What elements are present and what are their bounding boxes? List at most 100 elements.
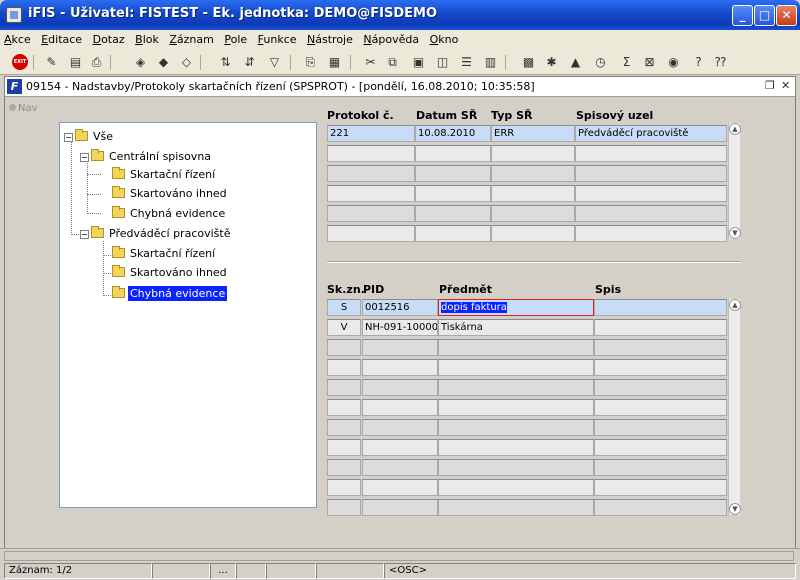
print-preview-icon[interactable]: ⎙: [88, 54, 105, 70]
print-icon[interactable]: ⎘: [302, 54, 319, 70]
protocol-cell[interactable]: [327, 205, 415, 222]
protocol-cell[interactable]: [491, 165, 575, 182]
protocol-cell[interactable]: [491, 205, 575, 222]
tree-node-item[interactable]: Skartační řízení: [112, 167, 217, 183]
execute-query-icon[interactable]: ◆: [155, 54, 172, 70]
menu-pole[interactable]: Pole: [220, 30, 250, 46]
document-cell[interactable]: [438, 379, 594, 396]
protocol-cell[interactable]: [575, 185, 727, 202]
collapse-icon[interactable]: −: [64, 133, 73, 142]
tools-icon[interactable]: ✱: [543, 54, 560, 70]
columns-icon[interactable]: ▥: [482, 54, 499, 70]
document-cell[interactable]: [594, 419, 727, 436]
document-cell[interactable]: [327, 359, 361, 376]
document-cell[interactable]: 0012516: [362, 299, 438, 316]
protocol-cell[interactable]: [415, 205, 491, 222]
document-cell[interactable]: [438, 359, 594, 376]
protocols-scrollbar[interactable]: ▲ ▼: [728, 123, 741, 239]
document-cell[interactable]: [594, 499, 727, 516]
excel-icon[interactable]: ⊠: [641, 54, 658, 70]
scroll-up-icon[interactable]: ▲: [729, 299, 741, 311]
protocol-cell[interactable]: 10.08.2010: [415, 125, 491, 142]
form-close-icon[interactable]: ✕: [781, 79, 790, 92]
document-cell[interactable]: [594, 319, 727, 336]
tree-node-item[interactable]: Skartační řízení: [112, 246, 217, 262]
document-cell[interactable]: [327, 459, 361, 476]
menu-editace[interactable]: Editace: [37, 30, 85, 46]
document-cell[interactable]: [327, 399, 361, 416]
triangle-icon[interactable]: ▲: [567, 54, 584, 70]
cancel-query-icon[interactable]: ◇: [178, 54, 195, 70]
protocol-cell[interactable]: 221: [327, 125, 415, 142]
document-cell[interactable]: [438, 459, 594, 476]
document-cell[interactable]: [438, 479, 594, 496]
sum-icon[interactable]: Σ: [618, 54, 635, 70]
protocol-cell[interactable]: ERR: [491, 125, 575, 142]
document-cell[interactable]: [362, 339, 438, 356]
document-cell[interactable]: [327, 379, 361, 396]
document-cell[interactable]: [594, 479, 727, 496]
protocol-cell[interactable]: [575, 205, 727, 222]
document-cell[interactable]: [362, 479, 438, 496]
protocol-cell[interactable]: [575, 145, 727, 162]
protocol-cell[interactable]: [575, 225, 727, 242]
document-cell[interactable]: [594, 359, 727, 376]
protocol-cell[interactable]: [491, 185, 575, 202]
collapse-icon[interactable]: −: [80, 153, 89, 162]
menu-funkce[interactable]: Funkce: [254, 30, 300, 46]
document-cell[interactable]: [438, 439, 594, 456]
document-cell[interactable]: [438, 399, 594, 416]
tree-node-item[interactable]: Skartováno ihned: [112, 186, 229, 202]
document-cell[interactable]: [362, 499, 438, 516]
export-icon[interactable]: ◉: [665, 54, 682, 70]
context-help-icon[interactable]: ⁇: [712, 54, 729, 70]
document-cell[interactable]: Tiskárna: [438, 319, 594, 336]
sort-descending-icon[interactable]: ⇵: [241, 54, 258, 70]
document-cell[interactable]: [594, 459, 727, 476]
clock-icon[interactable]: ◷: [592, 54, 609, 70]
minimize-button[interactable]: _: [732, 5, 753, 26]
protocol-cell[interactable]: [575, 165, 727, 182]
protocol-cell[interactable]: [415, 165, 491, 182]
protocol-cell[interactable]: [415, 145, 491, 162]
document-cell[interactable]: [362, 399, 438, 416]
document-cell[interactable]: [594, 339, 727, 356]
document-cell[interactable]: [327, 499, 361, 516]
document-cell[interactable]: [327, 339, 361, 356]
list-icon[interactable]: ☰: [458, 54, 475, 70]
document-cell[interactable]: [594, 379, 727, 396]
scroll-up-icon[interactable]: ▲: [729, 123, 741, 135]
copy-icon[interactable]: ⧉: [384, 54, 401, 70]
document-cell[interactable]: [438, 499, 594, 516]
duplicate-icon[interactable]: ◫: [434, 54, 451, 70]
protocol-cell[interactable]: [327, 185, 415, 202]
tree-node-item[interactable]: Skartováno ihned: [112, 265, 229, 281]
menu-akce[interactable]: Akce: [0, 30, 34, 46]
scroll-down-icon[interactable]: ▼: [729, 503, 741, 515]
tree-node-item-selected[interactable]: Chybná evidence: [112, 286, 228, 302]
document-cell[interactable]: dopis faktura: [438, 299, 594, 316]
collapse-icon[interactable]: −: [80, 230, 89, 239]
document-cell[interactable]: [327, 419, 361, 436]
scroll-down-icon[interactable]: ▼: [729, 227, 741, 239]
paste-icon[interactable]: ▣: [410, 54, 427, 70]
document-cell[interactable]: [594, 399, 727, 416]
report-icon[interactable]: ▦: [326, 54, 343, 70]
maximize-button[interactable]: □: [754, 5, 775, 26]
document-cell[interactable]: [362, 459, 438, 476]
tree-node-group[interactable]: − Předváděcí pracoviště: [80, 226, 232, 242]
document-cell[interactable]: NH-091-100000: [362, 319, 438, 336]
document-cell[interactable]: [362, 439, 438, 456]
help-icon[interactable]: ?: [690, 54, 707, 70]
document-cell[interactable]: [327, 479, 361, 496]
documents-scrollbar[interactable]: ▲ ▼: [728, 299, 741, 515]
menu-zaznam[interactable]: Záznam: [165, 30, 217, 46]
protocol-cell[interactable]: [491, 225, 575, 242]
edit-icon[interactable]: ✎: [43, 54, 60, 70]
protocol-cell[interactable]: Předváděcí pracoviště: [575, 125, 727, 142]
document-cell[interactable]: V: [327, 319, 361, 336]
tree-node-root[interactable]: − Vše: [64, 129, 115, 145]
document-cell[interactable]: [362, 419, 438, 436]
save-icon[interactable]: ▤: [67, 54, 84, 70]
exit-icon[interactable]: EXIT: [12, 54, 28, 70]
